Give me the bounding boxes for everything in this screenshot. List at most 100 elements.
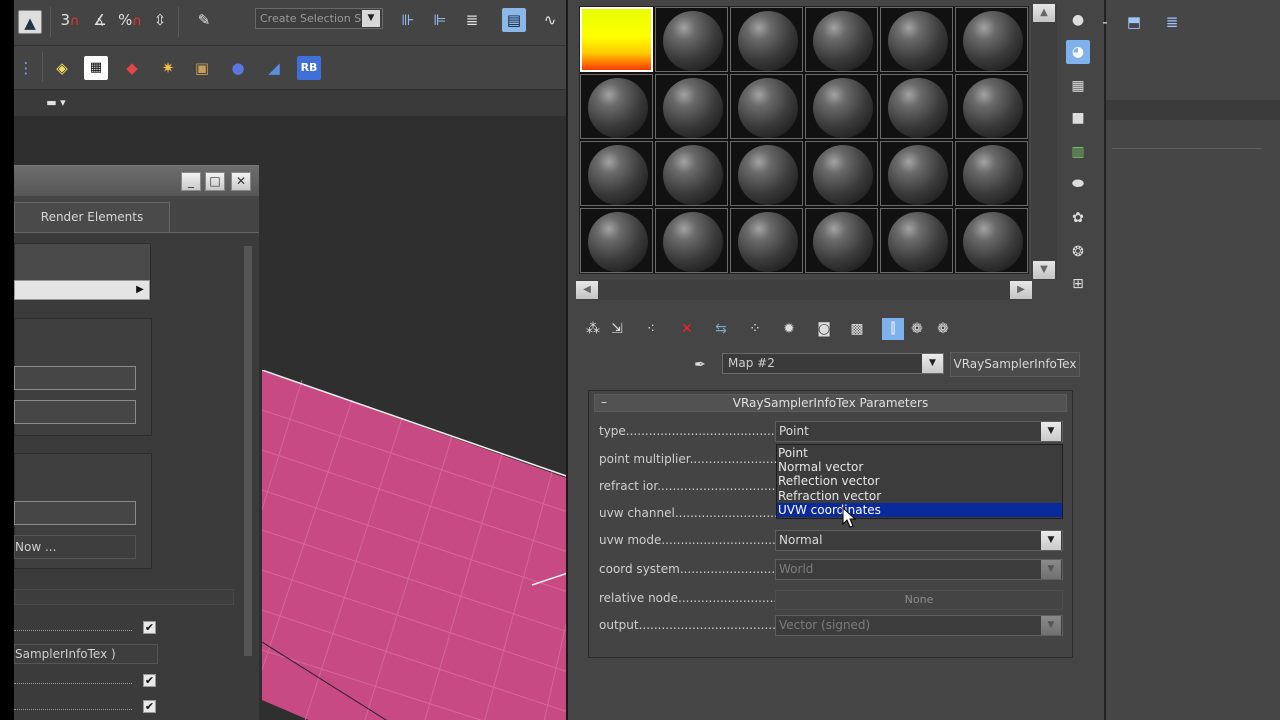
snap-toggle-3d[interactable]: 3∩ [58, 8, 82, 32]
sample-slot[interactable] [805, 74, 878, 139]
dropdown-option-uvw-coordinates[interactable]: UVW coordinates [777, 503, 1062, 517]
backlight-icon[interactable]: ◕ [1066, 40, 1090, 64]
chevron-down-icon[interactable]: ▼ [922, 354, 943, 373]
type-dropdown[interactable]: Point ▼ [775, 421, 1063, 442]
slots-horizontal-scrollbar[interactable]: ◀ ▶ [576, 280, 1032, 300]
sample-slot[interactable] [880, 74, 953, 139]
render-checkbox[interactable]: ✔ [143, 621, 156, 634]
scene-explorer-icon[interactable]: ▤ [502, 8, 526, 32]
render-checkbox[interactable]: ✔ [143, 674, 156, 687]
sphere-icon[interactable]: ● [226, 56, 250, 80]
video-color-check-icon[interactable]: ▥ [1066, 140, 1090, 164]
dropdown-option-reflection-vector[interactable]: Reflection vector [777, 474, 1062, 488]
show-end-result-icon[interactable]: ▩ [846, 318, 868, 340]
ground-plane[interactable] [262, 370, 592, 720]
close-icon[interactable]: ✕ [231, 172, 251, 191]
plane-icon[interactable]: ◢ [262, 56, 286, 80]
sample-slot[interactable] [655, 141, 728, 206]
sample-slot[interactable] [730, 74, 803, 139]
output-dropdown[interactable]: Vector (signed) ▼ [775, 615, 1063, 636]
material-navigator-icon[interactable]: ⊞ [1066, 272, 1090, 296]
sample-slot[interactable] [805, 7, 878, 72]
reset-map-icon[interactable]: ✕ [676, 318, 698, 340]
assign-to-selection-icon[interactable]: ⁖ [640, 318, 662, 340]
sample-slot[interactable] [655, 74, 728, 139]
dialog-field[interactable] [14, 400, 136, 424]
sample-slot[interactable] [655, 7, 728, 72]
angle-snap-icon[interactable]: ∡ [88, 8, 112, 32]
select-upload-icon[interactable]: ▲ [18, 10, 42, 34]
sample-slot-active[interactable] [580, 7, 653, 72]
make-unique-icon[interactable]: ⇆ [710, 318, 732, 340]
scroll-left-icon[interactable]: ◀ [576, 281, 598, 299]
sample-slot[interactable] [955, 208, 1028, 273]
sampler-label-field[interactable]: SamplerInfoTex ) [14, 644, 158, 664]
select-by-material-icon[interactable]: ❂ [1066, 240, 1090, 264]
material-cube-icon[interactable]: ◆ [120, 56, 144, 80]
sample-slot[interactable] [655, 208, 728, 273]
put-to-library-icon[interactable]: ⁘ [744, 318, 766, 340]
now-button[interactable]: Now ... [14, 535, 136, 559]
percent-snap-toggle[interactable]: %∩ [118, 8, 142, 32]
command-panel-icon[interactable]: ≣ [1160, 10, 1184, 34]
sample-slot[interactable] [730, 7, 803, 72]
sample-slot[interactable] [730, 208, 803, 273]
spinner-snap-icon[interactable]: ⇳ [148, 8, 172, 32]
minimize-icon[interactable]: _ [181, 172, 201, 191]
maximize-icon[interactable]: □ [205, 172, 225, 191]
render-checkbox[interactable]: ✔ [143, 700, 156, 713]
sample-slot[interactable] [805, 141, 878, 206]
background-checker-icon[interactable]: ▦ [1066, 74, 1090, 98]
dropdown-option-point[interactable]: Point [777, 446, 1062, 460]
sample-slot[interactable] [580, 141, 653, 206]
checker-icon[interactable]: ▦ [84, 56, 108, 80]
type-dropdown-list[interactable]: Point Normal vector Reflection vector Re… [776, 444, 1063, 519]
sample-slot[interactable] [730, 141, 803, 206]
sample-slot[interactable] [880, 141, 953, 206]
scroll-right-icon[interactable]: ▶ [1010, 281, 1032, 299]
chevron-down-icon[interactable]: ▼ [362, 10, 380, 27]
chevron-down-icon[interactable]: ▼ [1041, 531, 1061, 550]
rollout-header[interactable]: – VRaySamplerInfoTex Parameters [594, 394, 1067, 412]
dropdown-option-refraction-vector[interactable]: Refraction vector [777, 489, 1062, 503]
chevron-right-icon[interactable]: ▶ [133, 283, 147, 297]
map-type-button[interactable]: VRaySamplerInfoTex [950, 352, 1080, 377]
put-to-scene-icon[interactable]: ⇲ [606, 318, 628, 340]
sample-slot[interactable] [580, 74, 653, 139]
dialog-titlebar[interactable]: _ □ ✕ [14, 166, 259, 196]
go-forward-sibling-icon[interactable]: ❁ [906, 318, 928, 340]
scroll-up-icon[interactable]: ▲ [1033, 4, 1055, 22]
sample-slot[interactable] [955, 7, 1028, 72]
mirror-icon[interactable]: ⊪ [396, 8, 420, 32]
sample-slot[interactable] [955, 141, 1028, 206]
dialog-field[interactable] [14, 501, 136, 525]
scroll-down-icon[interactable]: ▼ [1033, 261, 1055, 279]
tab-render-elements[interactable]: Render Elements [14, 202, 170, 232]
coord-system-dropdown[interactable]: World ▼ [775, 559, 1063, 580]
layer-manager-icon[interactable]: ≣ [460, 8, 484, 32]
collapse-icon[interactable]: – [599, 394, 609, 410]
dialog-field[interactable] [14, 366, 136, 390]
named-selection-icon[interactable]: ✎ [192, 8, 216, 32]
show-shaded-material-icon[interactable]: ◙ [813, 318, 835, 340]
sample-slot[interactable] [955, 74, 1028, 139]
dialog-scrollbar[interactable] [244, 246, 252, 656]
slots-vertical-scrollbar[interactable]: ▲ ▼ [1031, 4, 1057, 280]
viewport-menu-icon[interactable]: ▬ ▾ [44, 91, 68, 115]
light-icon[interactable]: ✷ [156, 56, 180, 80]
chevron-down-icon[interactable]: ▼ [1041, 560, 1061, 579]
sample-slot[interactable] [880, 208, 953, 273]
pick-material-icon[interactable]: ❁ [932, 318, 954, 340]
box-icon[interactable]: ▣ [190, 56, 214, 80]
sample-slot[interactable] [805, 208, 878, 273]
rb-button[interactable]: RB [297, 56, 321, 80]
dialog-dropdown[interactable]: ▶ [14, 280, 150, 300]
map-name-input[interactable]: Map #2 [722, 353, 944, 374]
options-icon[interactable]: ✿ [1066, 206, 1090, 230]
sample-slot[interactable] [880, 7, 953, 72]
layer-stack-icon[interactable]: ◈ [50, 56, 74, 80]
go-to-parent-icon[interactable]: ⫿ [882, 318, 904, 340]
get-material-icon[interactable]: ⁂ [582, 318, 604, 340]
uvw-mode-dropdown[interactable]: Normal ▼ [775, 530, 1063, 551]
sample-slot[interactable] [580, 208, 653, 273]
